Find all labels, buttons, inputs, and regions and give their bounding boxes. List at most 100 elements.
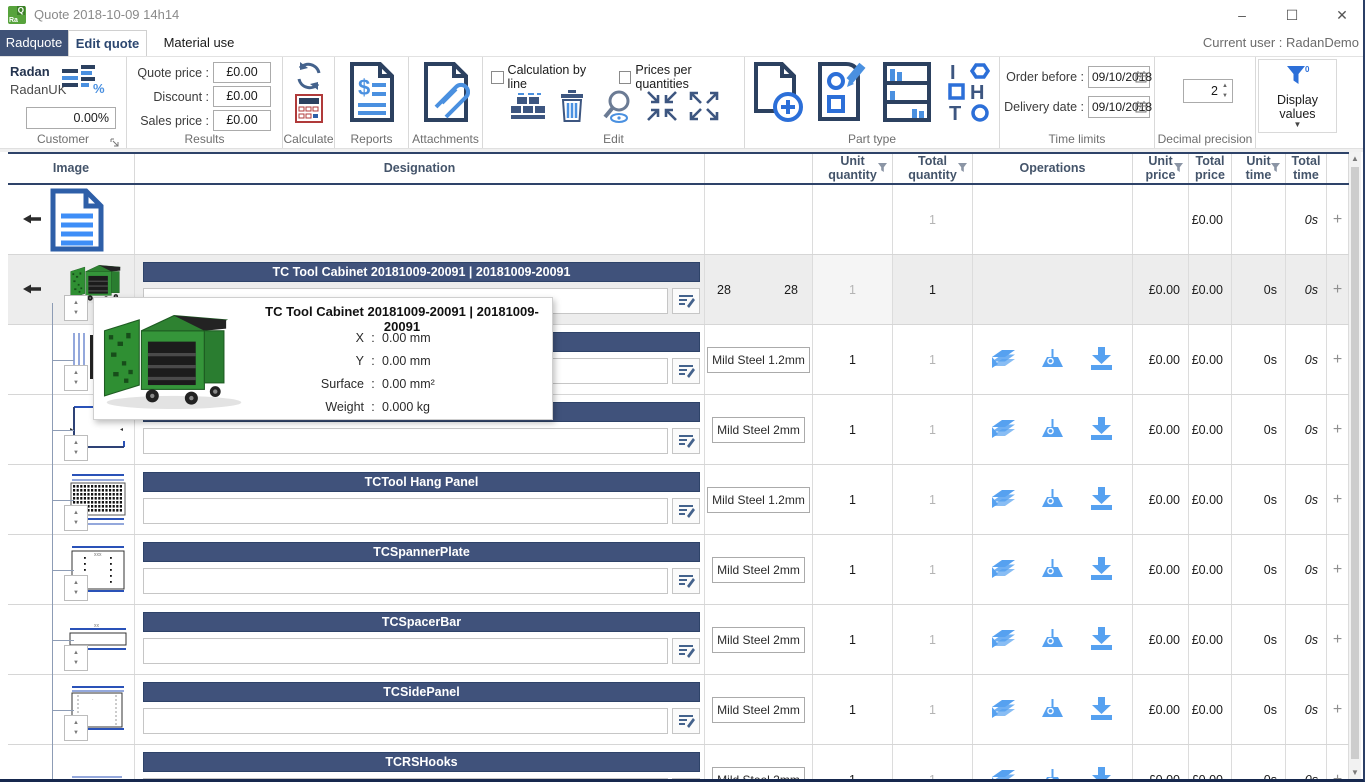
part-row[interactable]: ▲▼TCRSHooksMild Steel 2mm11£0.00£0.000s0…: [8, 745, 1352, 782]
press-brake-icon[interactable]: [1039, 346, 1066, 373]
material-chip[interactable]: Mild Steel 2mm: [712, 557, 805, 583]
column-header-total-price[interactable]: Total price: [1189, 154, 1232, 183]
add-operation-button[interactable]: +: [1327, 745, 1349, 782]
stepper-up-icon[interactable]: ▲: [73, 440, 79, 446]
scroll-down-icon[interactable]: ▼: [1349, 766, 1361, 779]
vertical-scrollbar[interactable]: ▲ ▼: [1349, 152, 1361, 779]
stepper-down-icon[interactable]: ▼: [1219, 91, 1231, 101]
column-header-designation[interactable]: Designation: [135, 154, 705, 183]
download-icon[interactable]: [1088, 626, 1115, 653]
tab-radquote[interactable]: Radquote: [0, 30, 68, 56]
download-icon[interactable]: [1088, 486, 1115, 513]
add-part-icon[interactable]: [752, 61, 804, 128]
stepper-down-icon[interactable]: ▼: [73, 380, 79, 386]
part-row[interactable]: xxx▲▼TCSpannerPlateMild Steel 2mm11£0.00…: [8, 535, 1352, 605]
designation-notes-button[interactable]: [672, 288, 700, 314]
calculator-icon[interactable]: [295, 94, 323, 129]
add-operation-button[interactable]: +: [1327, 675, 1349, 744]
press-brake-icon[interactable]: [1039, 696, 1066, 723]
download-icon[interactable]: [1088, 696, 1115, 723]
column-header-total-time[interactable]: Total time: [1286, 154, 1327, 183]
sheet-stack-icon[interactable]: [990, 626, 1017, 653]
stepper-up-icon[interactable]: ▲: [73, 580, 79, 586]
customer-percent-field[interactable]: 0.00%: [26, 107, 116, 129]
material-chip[interactable]: Mild Steel 1.2mm: [707, 347, 810, 373]
inspect-view-icon[interactable]: [597, 89, 635, 128]
press-brake-icon[interactable]: [1039, 416, 1066, 443]
designation-notes-button[interactable]: [672, 638, 700, 664]
add-operation-button[interactable]: +: [1327, 325, 1349, 394]
tab-material-use[interactable]: Material use: [160, 30, 238, 56]
press-brake-icon[interactable]: [1039, 766, 1066, 782]
column-header-unit-price[interactable]: Unit price: [1133, 154, 1189, 183]
press-brake-icon[interactable]: [1039, 486, 1066, 513]
attachments-icon[interactable]: [422, 61, 470, 128]
dialog-launcher-icon[interactable]: [110, 135, 120, 145]
add-operation-button[interactable]: +: [1327, 465, 1349, 534]
stepper-down-icon[interactable]: ▼: [73, 590, 79, 596]
stepper-down-icon[interactable]: ▼: [73, 730, 79, 736]
download-icon[interactable]: [1088, 556, 1115, 583]
designation-notes-button[interactable]: [672, 708, 700, 734]
designation-input[interactable]: [143, 498, 668, 524]
checkbox-box[interactable]: [619, 71, 632, 84]
download-icon[interactable]: [1088, 766, 1115, 782]
part-row[interactable]: ·▲▼TCSidePanelMild Steel 2mm11£0.00£0.00…: [8, 675, 1352, 745]
material-chip[interactable]: Mild Steel 1.2mm: [707, 487, 810, 513]
column-header-operations[interactable]: Operations: [973, 154, 1133, 183]
quote-root-row[interactable]: 1£0.000s+: [8, 185, 1352, 255]
checkbox-box[interactable]: [491, 71, 504, 84]
press-brake-icon[interactable]: [1039, 556, 1066, 583]
material-chip[interactable]: Mild Steel 2mm: [712, 417, 805, 443]
sheet-stack-icon[interactable]: [990, 346, 1017, 373]
sheet-stack-icon[interactable]: [990, 416, 1017, 443]
column-header-total-quantity[interactable]: Total quantity: [893, 154, 973, 183]
stock-shelf-icon[interactable]: [882, 61, 934, 128]
minimize-button[interactable]: –: [1231, 7, 1253, 23]
quantity-stepper[interactable]: ▲▼: [64, 435, 88, 461]
sheet-stack-icon[interactable]: [990, 766, 1017, 782]
scroll-up-icon[interactable]: ▲: [1349, 152, 1361, 165]
delete-trash-icon[interactable]: [559, 90, 585, 127]
tab-edit-quote[interactable]: Edit quote: [68, 30, 147, 56]
collapse-row-toggle[interactable]: [22, 213, 42, 228]
stepper-up-icon[interactable]: ▲: [73, 510, 79, 516]
stepper-up-icon[interactable]: ▲: [73, 650, 79, 656]
close-button[interactable]: ✕: [1331, 7, 1353, 24]
download-icon[interactable]: [1088, 416, 1115, 443]
material-chip[interactable]: Mild Steel 2mm: [712, 697, 805, 723]
designation-input[interactable]: [143, 568, 668, 594]
stepper-up-icon[interactable]: ▲: [1219, 81, 1231, 91]
stepper-down-icon[interactable]: ▼: [73, 660, 79, 666]
collapse-all-icon[interactable]: [647, 91, 677, 126]
column-header-unit-time[interactable]: Unit time: [1232, 154, 1286, 183]
quantity-stepper[interactable]: ▲▼: [64, 645, 88, 671]
sales-price-field[interactable]: £0.00: [213, 110, 271, 131]
sheet-stack-icon[interactable]: [990, 696, 1017, 723]
designation-input[interactable]: [143, 708, 668, 734]
quantity-stepper[interactable]: ▲▼: [64, 715, 88, 741]
discount-field[interactable]: £0.00: [213, 86, 271, 107]
column-header-image[interactable]: Image: [8, 154, 135, 183]
maximize-button[interactable]: ☐: [1281, 7, 1303, 24]
add-operation-button[interactable]: +: [1327, 605, 1349, 674]
designation-input[interactable]: [143, 778, 668, 782]
quote-price-field[interactable]: £0.00: [213, 62, 271, 83]
material-chip[interactable]: Mild Steel 2mm: [712, 767, 805, 782]
delivery-date-field[interactable]: 09/10/2018 7: [1088, 96, 1150, 118]
sheet-stack-icon[interactable]: [990, 556, 1017, 583]
part-row[interactable]: xx▲▼TCSpacerBarMild Steel 2mm11£0.00£0.0…: [8, 605, 1352, 675]
press-brake-icon[interactable]: [1039, 626, 1066, 653]
stepper-down-icon[interactable]: ▼: [73, 310, 79, 316]
collapse-row-toggle[interactable]: [22, 283, 42, 298]
designation-notes-button[interactable]: [672, 358, 700, 384]
profile-shapes-icon[interactable]: I H T: [946, 61, 992, 128]
order-before-date-field[interactable]: 09/10/2018 7: [1088, 66, 1150, 88]
add-operation-button[interactable]: +: [1327, 185, 1349, 254]
add-operation-button[interactable]: +: [1327, 255, 1349, 324]
stepper-down-icon[interactable]: ▼: [73, 520, 79, 526]
column-header-unit-quantity[interactable]: Unit quantity: [813, 154, 893, 183]
material-chip[interactable]: Mild Steel 2mm: [712, 627, 805, 653]
quantity-stepper[interactable]: ▲▼: [64, 295, 88, 321]
edit-part-icon[interactable]: [816, 61, 870, 128]
